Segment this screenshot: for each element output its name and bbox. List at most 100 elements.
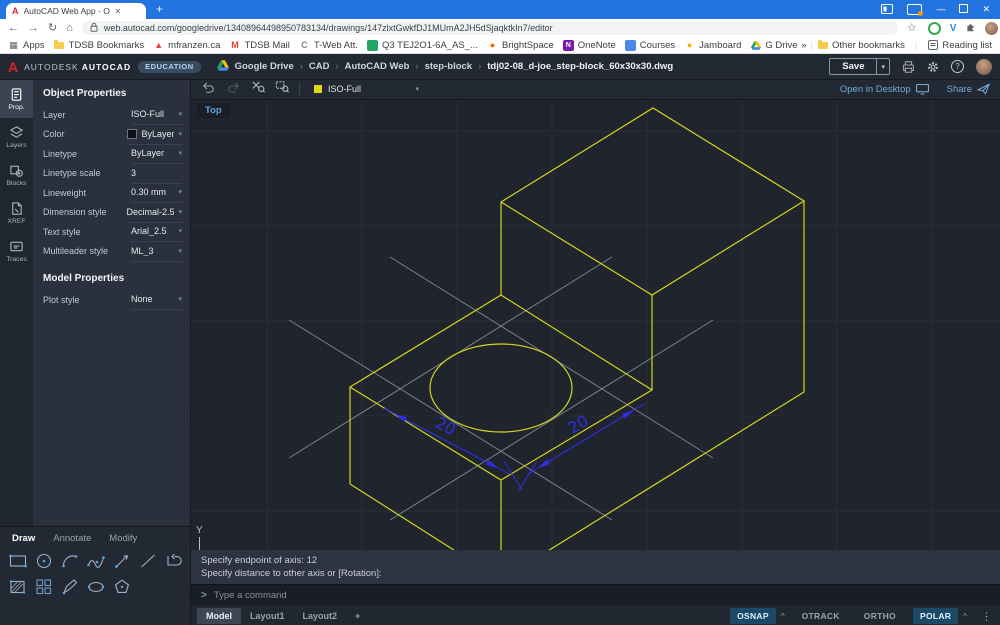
bookmark-item[interactable]: Q3 TEJ2O1-6A_AS_...	[367, 40, 478, 51]
new-tab-button[interactable]: +	[156, 2, 163, 16]
tool-rectangle[interactable]	[5, 548, 31, 574]
save-dropdown-caret-icon[interactable]: ▾	[876, 59, 889, 74]
property-value-dropdown[interactable]: 3	[131, 163, 182, 184]
layout-tab-model[interactable]: Model	[197, 608, 241, 624]
puzzle-extension-icon[interactable]	[965, 19, 976, 37]
education-badge: EDUCATION	[138, 61, 201, 73]
forward-icon[interactable]: →	[28, 23, 39, 34]
back-icon[interactable]: ←	[8, 23, 19, 34]
tool-segment[interactable]	[109, 548, 135, 574]
selection-cursor-icon[interactable]	[251, 80, 265, 98]
toggle-polar[interactable]: POLAR	[913, 608, 958, 624]
rail-item-layers[interactable]: Layers	[0, 118, 33, 156]
property-value-dropdown[interactable]: ByLayer▾	[127, 124, 182, 145]
save-button[interactable]: Save ▾	[829, 58, 890, 75]
draw-tab-modify[interactable]: Modify	[109, 533, 137, 544]
url-field[interactable]: web.autocad.com/googledrive/134089644989…	[82, 21, 898, 35]
tool-blocks[interactable]	[31, 574, 57, 600]
draw-tab-draw[interactable]: Draw	[12, 533, 35, 544]
property-value-dropdown[interactable]: ML_3▾	[131, 241, 182, 262]
tool-hatch[interactable]	[5, 574, 31, 600]
bookmark-item[interactable]: ▦Apps	[8, 40, 45, 51]
tab-title: AutoCAD Web App - Online CAD	[24, 6, 110, 16]
toggle-caret-icon[interactable]: ^	[781, 612, 785, 621]
bookmark-item-other-bookmarks[interactable]: Other bookmarks	[817, 40, 905, 51]
breadcrumb-item[interactable]: Google Drive	[235, 61, 294, 72]
bookmark-item[interactable]: Courses	[625, 40, 675, 51]
settings-gear-icon[interactable]	[927, 61, 939, 73]
property-value-dropdown[interactable]: ISO-Full▾	[131, 105, 182, 126]
user-avatar[interactable]	[976, 59, 992, 75]
browser-tab[interactable]: A AutoCAD Web App - Online CAD ✕	[6, 3, 146, 19]
command-placeholder: Type a command	[214, 590, 287, 601]
rail-item-traces[interactable]: Traces	[0, 232, 33, 270]
browser-profile-avatar[interactable]	[985, 22, 998, 35]
dropdown-caret-icon: ▾	[178, 110, 182, 118]
cast-icon[interactable]	[881, 4, 893, 16]
breadcrumb-item[interactable]: CAD	[309, 61, 330, 72]
property-value-dropdown[interactable]: None▾	[131, 290, 182, 311]
property-value-dropdown[interactable]: ByLayer▾	[131, 144, 182, 165]
bookmark-item[interactable]: ●BrightSpace	[487, 40, 554, 51]
redo-icon[interactable]	[226, 80, 241, 98]
rail-item-xref[interactable]: XREF	[0, 194, 33, 232]
tool-line[interactable]	[135, 548, 161, 574]
share-button[interactable]: Share	[947, 83, 990, 95]
home-icon[interactable]: ⌂	[66, 23, 73, 34]
tool-spline[interactable]	[83, 548, 109, 574]
bookmark-item[interactable]: G Drive	[750, 40, 797, 51]
toggle-osnap[interactable]: OSNAP	[730, 608, 776, 624]
layer-dropdown[interactable]: ISO-Full ▾	[310, 83, 423, 95]
tool-polyline[interactable]	[161, 548, 187, 574]
bookmark-item[interactable]: NOneNote	[563, 40, 616, 51]
bookmark-item[interactable]: ▲mfranzen.ca	[153, 40, 220, 51]
refresh-icon[interactable]: ↻	[48, 23, 57, 34]
autocad-header: A AUTODESK AUTOCAD EDUCATION Google Driv…	[0, 54, 1000, 80]
window-close-icon[interactable]: ✕	[982, 5, 990, 14]
save-label[interactable]: Save	[830, 59, 876, 74]
property-value-dropdown[interactable]: Decimal-2.5▾	[126, 202, 182, 223]
undo-icon[interactable]	[201, 80, 216, 98]
bookmark-item-reading-list[interactable]: Reading list	[927, 40, 992, 51]
bookmarks-overflow-icon[interactable]: »	[801, 40, 806, 51]
tool-arc[interactable]	[57, 548, 83, 574]
layout-tab-+[interactable]: +	[346, 608, 369, 624]
command-input[interactable]: > Type a command	[191, 584, 1000, 605]
tool-polygon[interactable]	[109, 574, 135, 600]
rail-item-blocks[interactable]: Blocks	[0, 156, 33, 194]
autocad-favicon: A	[12, 6, 19, 16]
breadcrumb-item[interactable]: step-block	[425, 61, 473, 72]
toggle-ortho[interactable]: ORTHO	[857, 608, 903, 624]
bookmark-item[interactable]: MTDSB Mail	[229, 40, 289, 51]
color-swatch	[127, 129, 137, 139]
bookmark-star-icon[interactable]: ☆	[907, 23, 917, 34]
vimeo-extension-icon[interactable]: V	[950, 23, 957, 34]
bookmark-item[interactable]: TDSB Bookmarks	[54, 40, 145, 51]
tool-ellipse[interactable]	[83, 574, 109, 600]
media-key-icon[interactable]	[907, 4, 922, 15]
tool-circle[interactable]	[31, 548, 57, 574]
toggle-otrack[interactable]: OTRACK	[795, 608, 847, 624]
open-in-desktop-button[interactable]: Open in Desktop	[840, 84, 929, 95]
property-value-dropdown[interactable]: 0.30 mm▾	[131, 183, 182, 204]
draw-tab-annotate[interactable]: Annotate	[53, 533, 91, 544]
bookmark-item[interactable]: CT-Web Att.	[299, 40, 358, 51]
breadcrumb-item[interactable]: AutoCAD Web	[345, 61, 410, 72]
property-value-dropdown[interactable]: Arial_2.5▾	[131, 222, 182, 243]
help-icon[interactable]: ?	[951, 60, 964, 73]
statusbar-menu-icon[interactable]: ⋮	[981, 610, 992, 623]
window-maximize-icon[interactable]	[959, 4, 968, 15]
view-orientation-label[interactable]: Top	[197, 103, 230, 118]
print-icon[interactable]	[902, 61, 915, 73]
toggle-caret-icon[interactable]: ^	[963, 612, 967, 621]
layout-tab-layout2[interactable]: Layout2	[294, 608, 347, 624]
bookmark-item[interactable]: ●Jamboard	[684, 40, 741, 51]
window-minimize-icon[interactable]: —	[936, 5, 945, 14]
rail-item-prop[interactable]: Prop.	[0, 80, 33, 118]
layout-tab-layout1[interactable]: Layout1	[241, 608, 294, 624]
drawing-canvas[interactable]: 2020 Top Y	[191, 100, 1000, 550]
extension-green-icon[interactable]	[928, 22, 941, 35]
window-select-icon[interactable]	[275, 80, 289, 98]
tab-close-icon[interactable]: ✕	[115, 7, 122, 16]
tool-revcloud[interactable]	[57, 574, 83, 600]
